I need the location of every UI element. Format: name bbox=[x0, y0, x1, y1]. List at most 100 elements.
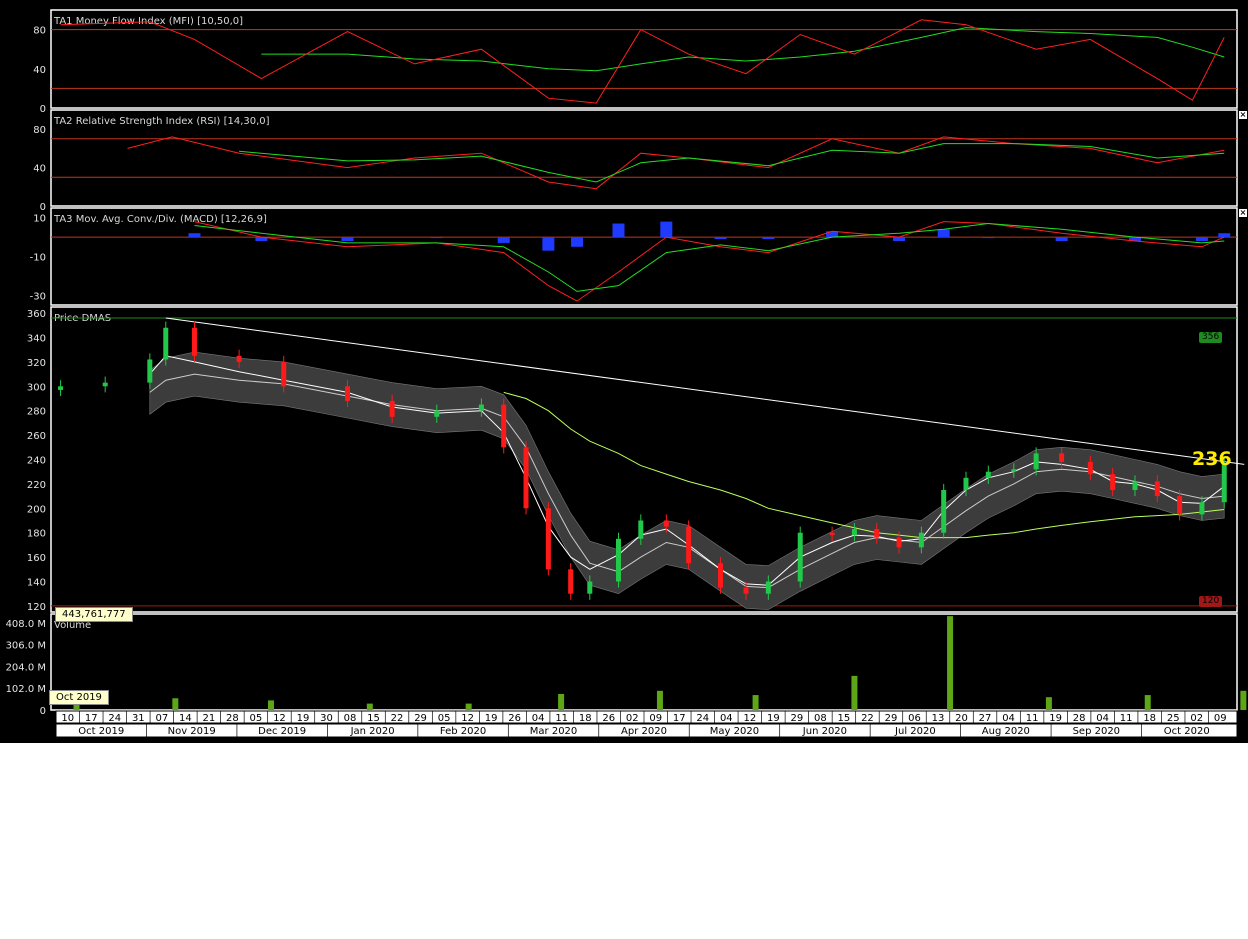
price-candle bbox=[941, 490, 947, 533]
mfi-y-tick: 80 bbox=[33, 26, 46, 37]
price-candle bbox=[718, 563, 724, 588]
week-label: 22 bbox=[861, 713, 874, 724]
price-candle bbox=[102, 382, 108, 387]
week-label: 19 bbox=[485, 713, 498, 724]
price-candle bbox=[1132, 481, 1138, 490]
volume-bar bbox=[267, 700, 274, 710]
week-label: 12 bbox=[461, 713, 474, 724]
rsi-y-tick: 80 bbox=[33, 125, 46, 136]
volume-y-tick: 0 bbox=[40, 706, 46, 717]
chart-canvas: TA1 Money Flow Index (MFI) [10,50,0]8040… bbox=[6, 9, 1247, 738]
week-label: 25 bbox=[1167, 713, 1180, 724]
week-label: 17 bbox=[85, 713, 98, 724]
mfi-y-tick: 0 bbox=[40, 104, 46, 115]
volume-bar bbox=[851, 675, 858, 710]
price-candle bbox=[545, 508, 551, 570]
price-y-tick: 280 bbox=[27, 407, 46, 418]
price-candle bbox=[236, 355, 242, 362]
week-label: 06 bbox=[908, 713, 921, 724]
week-label: 24 bbox=[696, 713, 709, 724]
macd-histogram-bar bbox=[982, 237, 995, 239]
week-label: 28 bbox=[1073, 713, 1086, 724]
week-label: 29 bbox=[791, 713, 804, 724]
price-candle bbox=[1154, 481, 1160, 497]
macd-histogram-bar bbox=[612, 223, 625, 238]
price-candle bbox=[587, 581, 593, 594]
price-y-tick: 120 bbox=[27, 602, 46, 613]
rsi-y-tick: 0 bbox=[40, 202, 46, 213]
price-candle bbox=[1087, 461, 1093, 475]
macd-y-tick: 10 bbox=[33, 214, 46, 225]
month-label: Oct 2019 bbox=[78, 726, 124, 737]
month-label: May 2020 bbox=[710, 726, 759, 737]
macd-histogram-bar bbox=[893, 237, 906, 241]
price-panel-title: Price DMAS bbox=[54, 313, 111, 324]
week-label: 21 bbox=[203, 713, 216, 724]
price-candle bbox=[918, 532, 924, 548]
macd-histogram-bar bbox=[762, 237, 775, 240]
volume-bar bbox=[1240, 690, 1247, 710]
price-y-tick: 260 bbox=[27, 431, 46, 442]
week-label: 19 bbox=[767, 713, 780, 724]
week-label: 05 bbox=[250, 713, 263, 724]
week-label: 04 bbox=[720, 713, 733, 724]
week-label: 04 bbox=[1002, 713, 1015, 724]
high-level-tag: 356 bbox=[1199, 332, 1223, 343]
price-candle bbox=[568, 569, 574, 594]
week-label: 24 bbox=[108, 713, 121, 724]
price-candle bbox=[281, 361, 287, 387]
volume-bar bbox=[1144, 695, 1151, 710]
macd-histogram-bar bbox=[571, 237, 584, 247]
week-label: 29 bbox=[885, 713, 898, 724]
week-label: 10 bbox=[61, 713, 74, 724]
chart-window: TA1 Money Flow Index (MFI) [10,50,0] 80 40… bbox=[0, 0, 1248, 743]
macd-y-tick: -10 bbox=[30, 253, 46, 264]
week-label: 28 bbox=[226, 713, 239, 724]
price-candle bbox=[638, 520, 644, 539]
price-candle bbox=[663, 520, 669, 527]
week-label: 05 bbox=[438, 713, 451, 724]
month-label: Jul 2020 bbox=[894, 726, 936, 737]
rsi-y-tick: 40 bbox=[33, 164, 46, 175]
close-macd-panel-icon[interactable]: × bbox=[1238, 208, 1248, 218]
price-candle bbox=[1221, 464, 1227, 503]
week-label: 17 bbox=[673, 713, 686, 724]
week-label: 11 bbox=[555, 713, 568, 724]
month-label: Jan 2020 bbox=[350, 726, 395, 737]
price-candle bbox=[963, 477, 969, 490]
price-y-tick: 160 bbox=[27, 553, 46, 564]
week-label: 26 bbox=[602, 713, 615, 724]
month-label: Dec 2019 bbox=[258, 726, 306, 737]
month-label: Aug 2020 bbox=[982, 726, 1030, 737]
rsi-line bbox=[127, 136, 1225, 190]
price-y-tick: 320 bbox=[27, 358, 46, 369]
week-label: 22 bbox=[391, 713, 404, 724]
price-candle bbox=[345, 386, 350, 401]
price-candle bbox=[1033, 453, 1039, 470]
month-label: Nov 2019 bbox=[168, 726, 216, 737]
week-label: 08 bbox=[814, 713, 827, 724]
week-label: 11 bbox=[1120, 713, 1133, 724]
week-label: 30 bbox=[320, 713, 333, 724]
price-candle bbox=[851, 529, 857, 536]
price-candle bbox=[434, 410, 440, 417]
month-label: Feb 2020 bbox=[440, 726, 486, 737]
macd-histogram-bar bbox=[188, 233, 201, 238]
price-candle bbox=[1059, 453, 1065, 462]
macd-histogram-bar bbox=[1218, 233, 1231, 238]
month-label: Oct 2020 bbox=[1164, 726, 1210, 737]
macd-histogram-bar bbox=[497, 237, 510, 243]
volume-bar bbox=[366, 703, 373, 710]
macd-panel-title: TA3 Mov. Avg. Conv./Div. (MACD) [12,26,9… bbox=[53, 214, 267, 225]
month-label: Sep 2020 bbox=[1073, 726, 1120, 737]
price-candle bbox=[765, 581, 771, 594]
price-candle bbox=[523, 447, 529, 509]
close-rsi-panel-icon[interactable]: × bbox=[1238, 110, 1248, 120]
macd-histogram-bar bbox=[937, 229, 950, 238]
price-y-tick: 180 bbox=[27, 529, 46, 540]
price-candle bbox=[797, 532, 803, 582]
price-y-tick: 240 bbox=[27, 456, 46, 467]
price-y-tick: 200 bbox=[27, 504, 46, 515]
macd-histogram-bar bbox=[1055, 237, 1068, 241]
week-label: 08 bbox=[344, 713, 357, 724]
